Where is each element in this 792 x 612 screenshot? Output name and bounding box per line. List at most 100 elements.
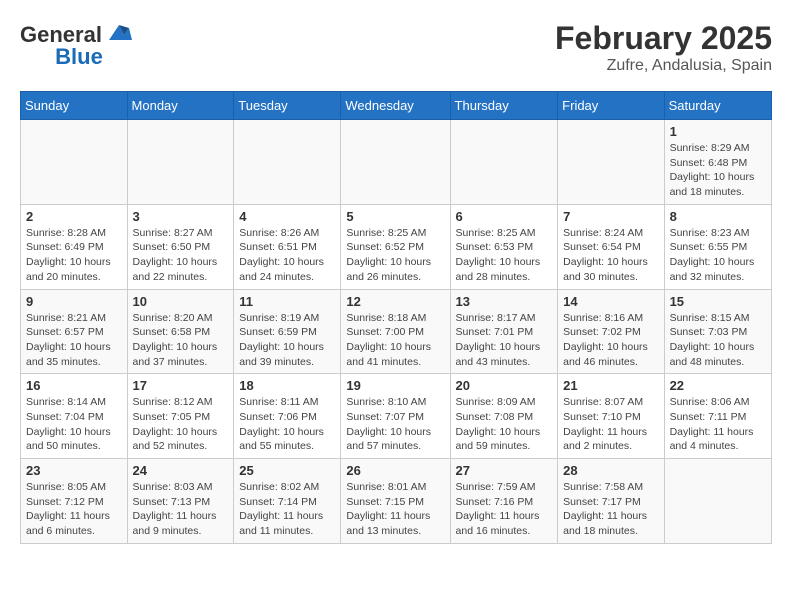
day-info: Sunrise: 8:10 AMSunset: 7:07 PMDaylight:…	[346, 395, 444, 454]
calendar-cell	[450, 120, 558, 205]
day-info: Sunrise: 8:16 AMSunset: 7:02 PMDaylight:…	[563, 311, 658, 370]
day-number: 6	[456, 209, 553, 224]
calendar-cell	[234, 120, 341, 205]
day-number: 16	[26, 378, 122, 393]
calendar-cell: 4 Sunrise: 8:26 AMSunset: 6:51 PMDaylight…	[234, 204, 341, 289]
day-info: Sunrise: 7:58 AMSunset: 7:17 PMDaylight:…	[563, 480, 658, 539]
day-number: 9	[26, 294, 122, 309]
day-info: Sunrise: 8:27 AMSunset: 6:50 PMDaylight:…	[133, 226, 229, 285]
calendar-cell: 26 Sunrise: 8:01 AMSunset: 7:15 PMDayligh…	[341, 459, 450, 544]
day-number: 18	[239, 378, 335, 393]
day-number: 15	[670, 294, 766, 309]
day-number: 28	[563, 463, 658, 478]
day-number: 27	[456, 463, 553, 478]
calendar-cell	[341, 120, 450, 205]
calendar-cell: 14Sunrise: 8:16 AMSunset: 7:02 PMDayligh…	[558, 289, 664, 374]
day-number: 26	[346, 463, 444, 478]
day-number: 1	[670, 124, 766, 139]
day-number: 8	[670, 209, 766, 224]
day-number: 19	[346, 378, 444, 393]
day-number: 22	[670, 378, 766, 393]
calendar-cell: 22 Sunrise: 8:06 AMSunset: 7:11 PMDayligh…	[664, 374, 771, 459]
day-info: Sunrise: 8:25 AMSunset: 6:52 PMDaylight:…	[346, 226, 444, 285]
day-info: Sunrise: 8:25 AMSunset: 6:53 PMDaylight:…	[456, 226, 553, 285]
day-info: Sunrise: 8:01 AMSunset: 7:15 PMDaylight:…	[346, 480, 444, 539]
day-info: Sunrise: 8:29 AMSunset: 6:48 PMDaylight:…	[670, 141, 766, 200]
logo-bird-icon	[104, 20, 134, 50]
day-info: Sunrise: 8:07 AMSunset: 7:10 PMDaylight:…	[563, 395, 658, 454]
calendar-cell: 11 Sunrise: 8:19 AMSunset: 6:59 PMDayligh…	[234, 289, 341, 374]
day-number: 5	[346, 209, 444, 224]
calendar-cell: 10 Sunrise: 8:20 AMSunset: 6:58 PMDayligh…	[127, 289, 234, 374]
day-info: Sunrise: 8:12 AMSunset: 7:05 PMDaylight:…	[133, 395, 229, 454]
calendar-cell	[127, 120, 234, 205]
weekday-header: Saturday	[664, 92, 771, 120]
weekday-header: Friday	[558, 92, 664, 120]
day-number: 13	[456, 294, 553, 309]
calendar-cell: 5 Sunrise: 8:25 AMSunset: 6:52 PMDaylight…	[341, 204, 450, 289]
calendar-cell: 12 Sunrise: 8:18 AMSunset: 7:00 PMDayligh…	[341, 289, 450, 374]
calendar-title: February 2025	[555, 20, 772, 57]
day-number: 3	[133, 209, 229, 224]
day-info: Sunrise: 8:20 AMSunset: 6:58 PMDaylight:…	[133, 311, 229, 370]
day-info: Sunrise: 8:21 AMSunset: 6:57 PMDaylight:…	[26, 311, 122, 370]
calendar-cell: 3 Sunrise: 8:27 AMSunset: 6:50 PMDaylight…	[127, 204, 234, 289]
day-number: 12	[346, 294, 444, 309]
calendar-cell: 9 Sunrise: 8:21 AMSunset: 6:57 PMDaylight…	[21, 289, 128, 374]
calendar-cell: 27 Sunrise: 7:59 AMSunset: 7:16 PMDayligh…	[450, 459, 558, 544]
day-number: 24	[133, 463, 229, 478]
day-info: Sunrise: 8:03 AMSunset: 7:13 PMDaylight:…	[133, 480, 229, 539]
calendar-cell: 2 Sunrise: 8:28 AMSunset: 6:49 PMDaylight…	[21, 204, 128, 289]
logo: General Blue	[20, 20, 134, 70]
day-info: Sunrise: 8:05 AMSunset: 7:12 PMDaylight:…	[26, 480, 122, 539]
day-info: Sunrise: 8:26 AMSunset: 6:51 PMDaylight:…	[239, 226, 335, 285]
day-info: Sunrise: 8:06 AMSunset: 7:11 PMDaylight:…	[670, 395, 766, 454]
calendar-cell	[664, 459, 771, 544]
day-number: 20	[456, 378, 553, 393]
calendar-cell: 20 Sunrise: 8:09 AMSunset: 7:08 PMDayligh…	[450, 374, 558, 459]
calendar-cell: 21 Sunrise: 8:07 AMSunset: 7:10 PMDayligh…	[558, 374, 664, 459]
calendar-cell: 17 Sunrise: 8:12 AMSunset: 7:05 PMDayligh…	[127, 374, 234, 459]
calendar-week-row: 2 Sunrise: 8:28 AMSunset: 6:49 PMDaylight…	[21, 204, 772, 289]
weekday-header: Wednesday	[341, 92, 450, 120]
calendar-header-row: SundayMondayTuesdayWednesdayThursdayFrid…	[21, 92, 772, 120]
day-info: Sunrise: 8:28 AMSunset: 6:49 PMDaylight:…	[26, 226, 122, 285]
calendar-cell: 6 Sunrise: 8:25 AMSunset: 6:53 PMDaylight…	[450, 204, 558, 289]
day-info: Sunrise: 8:19 AMSunset: 6:59 PMDaylight:…	[239, 311, 335, 370]
calendar-cell: 25 Sunrise: 8:02 AMSunset: 7:14 PMDayligh…	[234, 459, 341, 544]
weekday-header: Tuesday	[234, 92, 341, 120]
calendar-cell: 1 Sunrise: 8:29 AMSunset: 6:48 PMDaylight…	[664, 120, 771, 205]
calendar-week-row: 23Sunrise: 8:05 AMSunset: 7:12 PMDayligh…	[21, 459, 772, 544]
calendar-cell: 28 Sunrise: 7:58 AMSunset: 7:17 PMDayligh…	[558, 459, 664, 544]
calendar-cell: 7 Sunrise: 8:24 AMSunset: 6:54 PMDaylight…	[558, 204, 664, 289]
weekday-header: Monday	[127, 92, 234, 120]
day-number: 11	[239, 294, 335, 309]
title-block: February 2025 Zufre, Andalusia, Spain	[555, 20, 772, 75]
day-info: Sunrise: 8:14 AMSunset: 7:04 PMDaylight:…	[26, 395, 122, 454]
day-info: Sunrise: 8:18 AMSunset: 7:00 PMDaylight:…	[346, 311, 444, 370]
day-number: 17	[133, 378, 229, 393]
calendar-week-row: 1 Sunrise: 8:29 AMSunset: 6:48 PMDaylight…	[21, 120, 772, 205]
day-info: Sunrise: 8:11 AMSunset: 7:06 PMDaylight:…	[239, 395, 335, 454]
day-number: 4	[239, 209, 335, 224]
day-number: 21	[563, 378, 658, 393]
day-number: 2	[26, 209, 122, 224]
day-info: Sunrise: 8:24 AMSunset: 6:54 PMDaylight:…	[563, 226, 658, 285]
calendar-cell: 18 Sunrise: 8:11 AMSunset: 7:06 PMDayligh…	[234, 374, 341, 459]
calendar-cell	[21, 120, 128, 205]
calendar-cell: 15Sunrise: 8:15 AMSunset: 7:03 PMDayligh…	[664, 289, 771, 374]
weekday-header: Sunday	[21, 92, 128, 120]
day-info: Sunrise: 8:09 AMSunset: 7:08 PMDaylight:…	[456, 395, 553, 454]
page-header: General Blue February 2025 Zufre, Andalu…	[20, 20, 772, 75]
day-number: 10	[133, 294, 229, 309]
calendar-cell: 19 Sunrise: 8:10 AMSunset: 7:07 PMDayligh…	[341, 374, 450, 459]
calendar-week-row: 16 Sunrise: 8:14 AMSunset: 7:04 PMDayligh…	[21, 374, 772, 459]
calendar-subtitle: Zufre, Andalusia, Spain	[555, 57, 772, 75]
calendar-cell: 23Sunrise: 8:05 AMSunset: 7:12 PMDayligh…	[21, 459, 128, 544]
day-number: 7	[563, 209, 658, 224]
logo-blue-text: Blue	[55, 44, 103, 70]
day-number: 25	[239, 463, 335, 478]
day-info: Sunrise: 8:02 AMSunset: 7:14 PMDaylight:…	[239, 480, 335, 539]
day-info: Sunrise: 7:59 AMSunset: 7:16 PMDaylight:…	[456, 480, 553, 539]
calendar-cell	[558, 120, 664, 205]
